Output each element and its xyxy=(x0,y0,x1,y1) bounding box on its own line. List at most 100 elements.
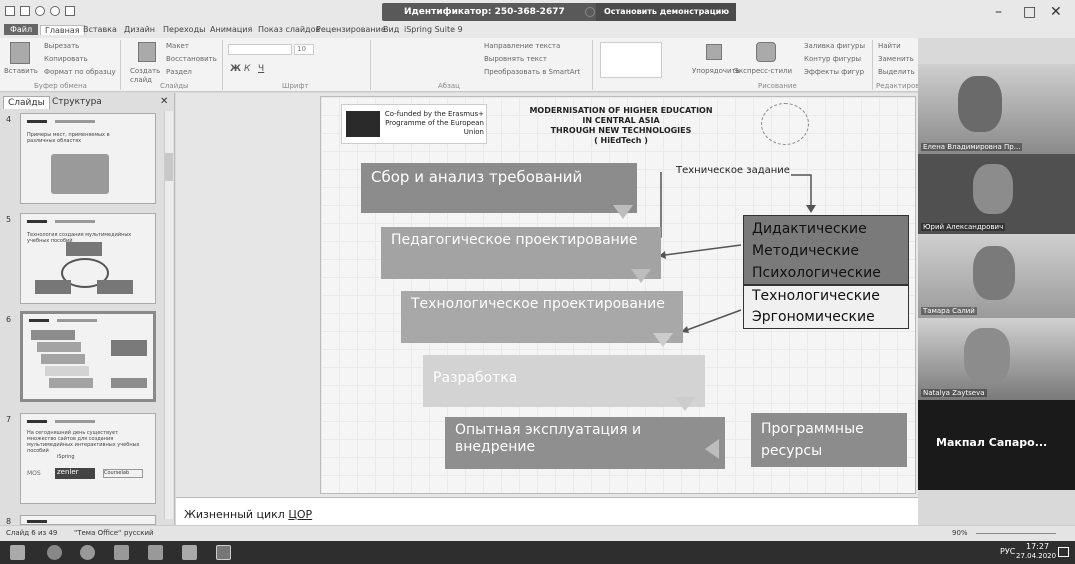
bold-button[interactable]: Ж xyxy=(230,64,241,74)
slide-thumbnail-7[interactable]: На сегодняшний день существует множество… xyxy=(20,413,156,504)
shape-effects-button[interactable]: Эффекты фигур xyxy=(804,68,864,76)
participant-video-1[interactable]: Елена Владимировна Пр... xyxy=(918,64,1075,154)
zoom-slider[interactable] xyxy=(976,533,1056,534)
participant-video-3[interactable]: Тамара Салий xyxy=(918,234,1075,318)
find-button[interactable]: Найти xyxy=(878,42,901,50)
align-text-button[interactable]: Выровнять текст xyxy=(484,55,547,63)
participant-video-2[interactable]: Юрий Александрович xyxy=(918,154,1075,234)
shape-fill-button[interactable]: Заливка фигуры xyxy=(804,42,865,50)
font-size-input[interactable]: 10 xyxy=(294,44,314,55)
app-icon[interactable] xyxy=(148,545,163,560)
copy-button[interactable]: Копировать xyxy=(44,55,88,63)
replace-button[interactable]: Заменить xyxy=(878,55,914,63)
powerpoint-icon xyxy=(5,6,15,16)
thumbnail-shape xyxy=(111,340,147,356)
notifications-icon[interactable] xyxy=(1058,547,1069,557)
paste-button[interactable]: Вставить xyxy=(4,67,38,75)
tab-home[interactable]: Главная xyxy=(40,25,85,35)
clock-date[interactable]: 27.04.2020 xyxy=(1016,552,1056,560)
undo-icon[interactable] xyxy=(35,6,45,16)
software-resources-line: Программные xyxy=(761,421,864,437)
shape-outline-button[interactable]: Контур фигуры xyxy=(804,55,861,63)
save-icon[interactable] xyxy=(20,6,30,16)
ribbon: Вставить Вырезать Копировать Формат по о… xyxy=(0,38,920,92)
zoom-level[interactable]: 90% xyxy=(952,529,968,537)
thumbnail-shape xyxy=(35,280,71,294)
tab-file[interactable]: Файл xyxy=(4,24,39,35)
close-panel-icon[interactable]: ✕ xyxy=(160,96,168,107)
tab-transitions[interactable]: Переходы xyxy=(163,25,205,34)
zoom-icon[interactable] xyxy=(182,545,197,560)
reset-button[interactable]: Восстановить xyxy=(166,55,217,63)
paste-icon[interactable] xyxy=(10,42,30,64)
tab-insert[interactable]: Вставка xyxy=(83,25,117,34)
slide-thumbnail-4[interactable]: Примеры мест, применяемых в различных об… xyxy=(20,113,156,204)
tab-outline[interactable]: Структура xyxy=(48,96,106,108)
maximize-button[interactable]: □ xyxy=(1023,4,1036,20)
thumbnail-shape xyxy=(111,378,147,388)
close-button[interactable]: ✕ xyxy=(1050,4,1062,20)
participant-avatar xyxy=(973,164,1013,214)
tab-slides[interactable]: Слайды xyxy=(3,96,50,109)
file-explorer-icon[interactable] xyxy=(114,545,129,560)
slide-thumbnail-5[interactable]: Технология создания мультимедийных учебн… xyxy=(20,213,156,304)
participant-avatar xyxy=(973,246,1015,300)
new-slide-icon[interactable] xyxy=(138,42,156,62)
quick-styles-button[interactable]: Экспресс-стили xyxy=(734,67,792,75)
format-painter-button[interactable]: Формат по образцу xyxy=(44,68,116,76)
text-direction-button[interactable]: Направление текста xyxy=(484,42,560,50)
redo-icon[interactable] xyxy=(50,6,60,16)
thumbnail-logo: zenler xyxy=(55,468,95,479)
slide-thumbnail-8[interactable] xyxy=(20,515,156,525)
powerpoint-taskbar-icon[interactable] xyxy=(216,545,231,560)
language-indicator[interactable]: русский xyxy=(124,529,154,537)
font-name-input[interactable] xyxy=(228,44,292,55)
arrange-button[interactable]: Упорядочить xyxy=(692,67,740,75)
technological-box: Технологические Эргономические xyxy=(743,285,909,329)
input-language[interactable]: РУС xyxy=(1000,547,1015,556)
new-slide-button[interactable]: Создать слайд xyxy=(130,67,160,85)
customize-toolbar-icon[interactable] xyxy=(65,6,75,16)
select-button[interactable]: Выделить xyxy=(878,68,915,76)
stage-box-3: Технологическое проектирование xyxy=(401,291,683,343)
participant-video-5[interactable]: Макпал Сапаро... xyxy=(918,400,1075,490)
notes-pane[interactable]: Жизненный цикл ЦОР xyxy=(176,497,918,525)
clock-time[interactable]: 17:27 xyxy=(1026,542,1049,551)
quick-styles-icon[interactable] xyxy=(756,42,776,62)
slide-number: 7 xyxy=(6,415,12,424)
italic-button[interactable]: К xyxy=(244,64,250,74)
thumbnail-logo: iSpring xyxy=(57,454,75,460)
edge-icon[interactable] xyxy=(47,545,62,560)
section-button[interactable]: Раздел xyxy=(166,68,192,76)
scrollbar-thumb[interactable] xyxy=(165,153,173,181)
tab-animation[interactable]: Анимация xyxy=(210,25,252,34)
participant-name: Тамара Салий xyxy=(921,307,977,315)
layout-button[interactable]: Макет xyxy=(166,42,189,50)
arrange-icon[interactable] xyxy=(706,44,722,60)
underline-button[interactable]: Ч xyxy=(258,64,264,74)
slides-panel: Слайды Структура ✕ 4 Примеры мест, приме… xyxy=(0,93,175,526)
slide-thumbnail-6[interactable] xyxy=(20,311,156,402)
smartart-button[interactable]: Преобразовать в SmartArt xyxy=(484,68,580,76)
shapes-gallery[interactable] xyxy=(600,42,662,78)
minimize-button[interactable]: – xyxy=(995,4,1002,20)
chrome-icon[interactable] xyxy=(80,545,95,560)
cut-button[interactable]: Вырезать xyxy=(44,42,79,50)
panel-scrollbar[interactable] xyxy=(164,111,173,519)
editing-group-label: Редактиров xyxy=(876,82,920,90)
thumbnail-logo: Courselab xyxy=(103,469,143,478)
slide-canvas[interactable]: Co-funded by the Erasmus+ Programme of t… xyxy=(320,96,916,494)
software-resources-line: ресурсы xyxy=(761,443,823,459)
info-icon[interactable] xyxy=(585,7,595,17)
tab-review[interactable]: Рецензирование xyxy=(316,25,386,34)
tab-design[interactable]: Дизайн xyxy=(124,25,155,34)
participant-video-4[interactable]: Natalya Zaytseva xyxy=(918,318,1075,400)
tab-ispring[interactable]: iSpring Suite 9 xyxy=(404,25,463,34)
down-arrow xyxy=(631,269,651,283)
tab-view[interactable]: Вид xyxy=(383,25,399,34)
didactic-box: Дидактические Методические Психологическ… xyxy=(743,215,909,285)
stop-share-button[interactable]: Остановить демонстрацию xyxy=(596,3,736,21)
start-icon[interactable] xyxy=(10,545,25,560)
tab-slideshow[interactable]: Показ слайдов xyxy=(258,25,320,34)
paragraph-group-label: Абзац xyxy=(438,82,460,90)
